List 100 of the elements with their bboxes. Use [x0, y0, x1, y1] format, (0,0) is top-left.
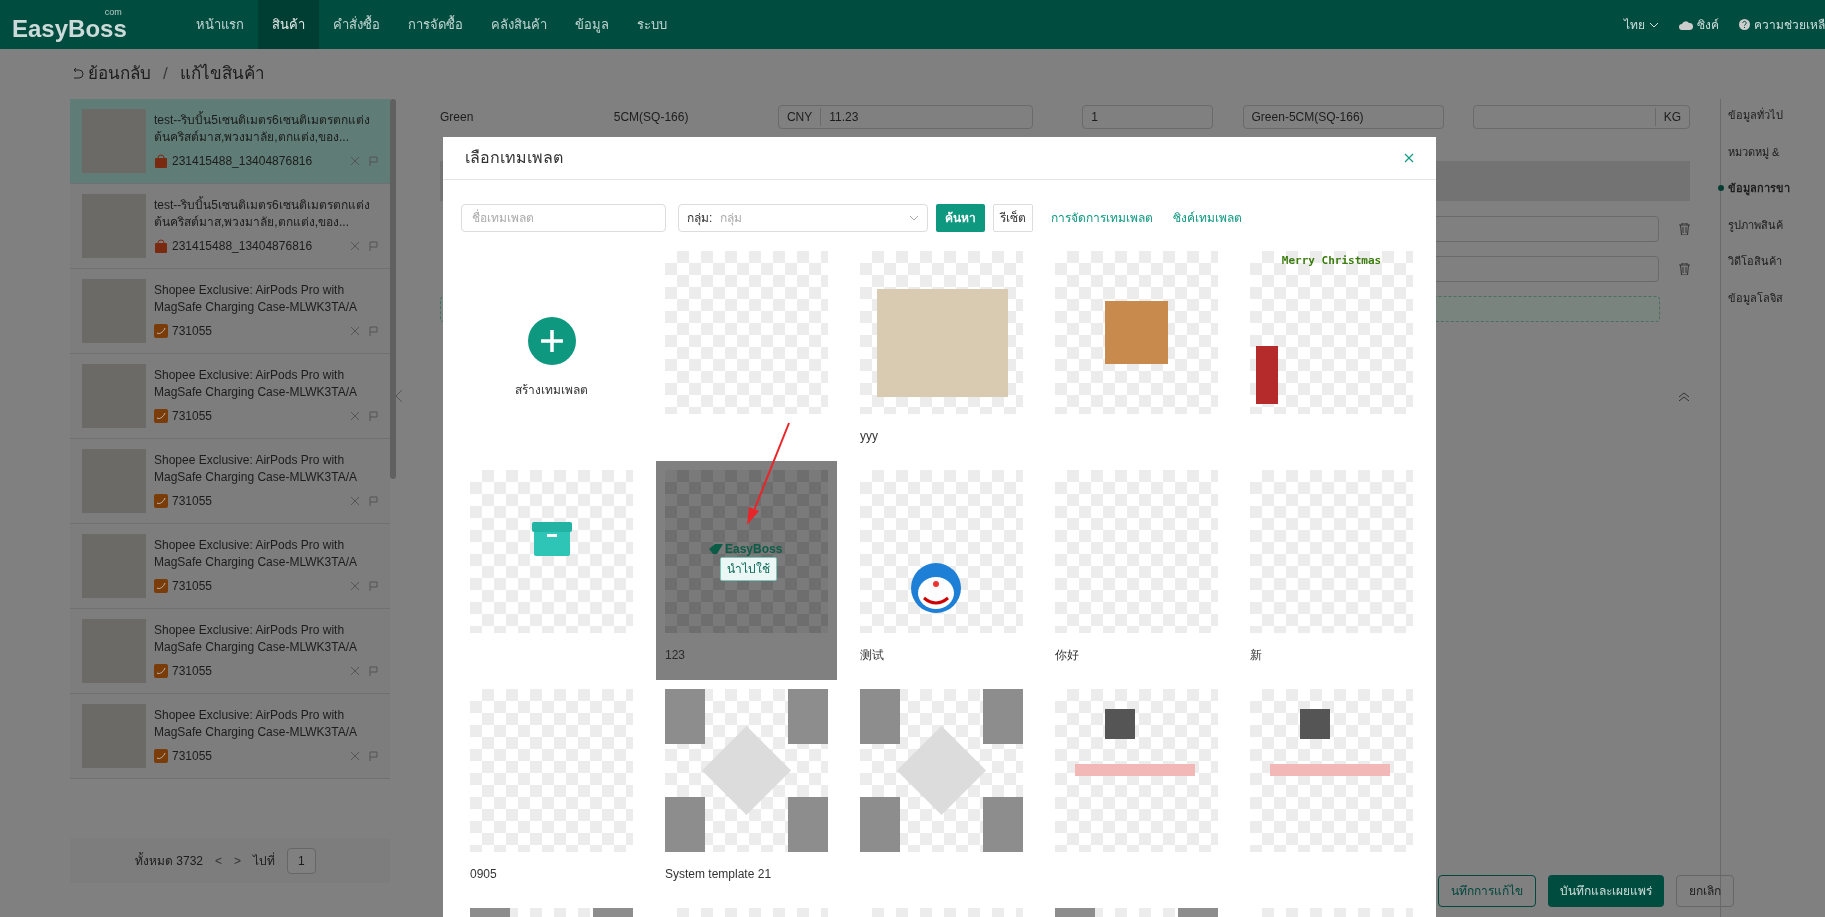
section-link[interactable]: ข้อมูลทั่วไป [1728, 107, 1783, 124]
template-link[interactable]: ซิงค์เทมเพลต [1173, 209, 1242, 227]
nav-tab[interactable]: สินค้า [258, 0, 319, 49]
template-link[interactable]: การจัดการเทมเพลต [1051, 209, 1153, 227]
flag-icon[interactable] [369, 241, 378, 251]
sync-link[interactable]: ซิงค์ [1697, 15, 1719, 34]
section-link[interactable]: ข้อมูลโลจิส [1728, 289, 1783, 306]
close-icon[interactable] [1404, 153, 1414, 163]
breadcrumb-separator: / [163, 63, 168, 86]
product-code: 731055 [172, 323, 213, 340]
product-code: 731055 [172, 408, 213, 425]
collapse-up-icon[interactable] [1678, 392, 1690, 402]
caret-icon [1649, 21, 1659, 28]
page-title: แก้ไขสินค้า [179, 62, 265, 86]
nav-tab[interactable]: คำสั่งซื้อ [319, 0, 394, 49]
template-name: 新 [1250, 647, 1263, 664]
nav-tab[interactable]: คลังสินค้า [477, 0, 561, 49]
create-template-label[interactable]: สร้างเทมเพลต [515, 381, 588, 399]
template-card[interactable]: 你好 [1046, 461, 1227, 680]
flag-icon[interactable] [369, 496, 378, 506]
reset-button[interactable]: รีเซ็ต [993, 204, 1033, 232]
variant-color: Green [440, 109, 475, 126]
weight-field[interactable]: KG [1473, 105, 1691, 129]
price-field[interactable]: CNY 11.23 [777, 105, 1034, 129]
footer-button[interactable]: บันทึกและเผยแพร่ [1548, 875, 1664, 907]
photo-placeholder [788, 689, 828, 744]
marketplace-icon [154, 664, 168, 678]
product-code: 731055 [172, 578, 213, 595]
template-card[interactable]: EasyBoss นำไปใช้ 123 [656, 461, 837, 680]
template-card[interactable]: 0905 [461, 680, 642, 899]
flag-icon[interactable] [369, 751, 378, 761]
template-card[interactable]: System template 21 [656, 680, 837, 899]
pixel-block [1105, 709, 1135, 739]
nav-tab[interactable]: การจัดซื้อ [394, 0, 477, 49]
product-list-item[interactable]: test--ริบบิ้น5เซนติเมตร6เซนติเมตรตกแต่งต้นคริสต์มาส,พวงมาลัย,ตกแต่ง,ของ... 231415488_13404876816 [70, 99, 390, 184]
nav-tab[interactable]: ข้อมูล [561, 0, 623, 49]
trash-icon[interactable] [1679, 223, 1690, 235]
banner-caption: Merry Christmas [1280, 253, 1383, 269]
flag-icon[interactable] [369, 156, 378, 166]
shopping-bag-icon [154, 239, 168, 253]
apply-button[interactable]: นำไปใช้ [720, 557, 777, 581]
close-icon[interactable] [351, 497, 359, 505]
close-icon[interactable] [351, 157, 359, 165]
close-icon[interactable] [351, 667, 359, 675]
template-card[interactable]: 测试 [851, 461, 1032, 680]
cartoon-drawing [910, 562, 962, 614]
collapse-icon[interactable] [394, 389, 404, 403]
help-link[interactable]: ความช่วยเหลื [1754, 15, 1825, 34]
next-page-button[interactable]: > [234, 851, 242, 870]
product-code: 731055 [172, 663, 213, 680]
language-selector[interactable]: ไทย [1624, 15, 1645, 34]
close-icon[interactable] [351, 582, 359, 590]
photo-placeholder [665, 797, 705, 852]
dialog-title: เลือกเทมเพลต [465, 148, 563, 168]
page-input[interactable]: 1 [287, 847, 316, 874]
footer-button[interactable]: ยกเลิก [1676, 875, 1734, 907]
photo-placeholder [860, 797, 900, 852]
logo[interactable]: EasyBoss [12, 16, 127, 41]
ribbon-shape [1256, 346, 1278, 404]
template-card[interactable]: yyy [851, 242, 1032, 461]
template-name: yyy [860, 428, 879, 445]
flag-icon[interactable] [369, 411, 378, 421]
search-button[interactable]: ค้นหา [936, 204, 985, 232]
flag-icon[interactable] [369, 666, 378, 676]
photo-placeholder [860, 689, 900, 744]
template-name: 0905 [470, 866, 498, 883]
marketplace-icon [154, 494, 168, 508]
section-link[interactable]: รูปภาพสินค้ [1728, 216, 1783, 233]
group-select[interactable]: กลุ่ม: กลุ่ม [678, 204, 928, 232]
close-icon[interactable] [351, 752, 359, 760]
template-card[interactable]: Merry Christmas [1241, 242, 1422, 461]
cloud-icon [1679, 19, 1693, 30]
template-name: 你好 [1055, 647, 1080, 664]
search-field[interactable]: ชื่อเทมเพลต [461, 204, 666, 232]
add-icon[interactable] [527, 317, 576, 365]
section-link[interactable]: หมวดหมู่ & [1728, 143, 1780, 160]
photo-placeholder [983, 689, 1023, 744]
back-link[interactable]: ย้อนกลับ [88, 61, 151, 87]
prev-page-button[interactable]: < [215, 851, 223, 870]
quantity-field[interactable]: 1 [1082, 105, 1213, 129]
template-card[interactable]: 新 [1241, 461, 1422, 680]
sku-field[interactable]: Green-5CM(SQ-166) [1242, 105, 1444, 129]
close-icon[interactable] [351, 242, 359, 250]
photo-placeholder [665, 689, 705, 744]
marketplace-icon [154, 749, 168, 763]
close-icon[interactable] [351, 412, 359, 420]
shopping-bag-icon [154, 154, 168, 168]
flag-icon[interactable] [369, 326, 378, 336]
caret-icon [909, 215, 919, 221]
marketplace-icon [154, 324, 168, 338]
flag-icon[interactable] [369, 581, 378, 591]
section-link[interactable]: ข้อมูลการขา [1728, 180, 1790, 197]
trash-icon[interactable] [1679, 263, 1690, 275]
nav-tab[interactable]: หน้าแรก [182, 0, 258, 49]
footer-button[interactable]: นทึกการแก้ไข [1438, 875, 1536, 907]
box-icon [532, 520, 572, 556]
close-icon[interactable] [351, 327, 359, 335]
nav-tab[interactable]: ระบบ [623, 0, 681, 49]
logo-icon [709, 544, 723, 554]
section-link[interactable]: วิดีโอสินค้า [1728, 253, 1782, 270]
